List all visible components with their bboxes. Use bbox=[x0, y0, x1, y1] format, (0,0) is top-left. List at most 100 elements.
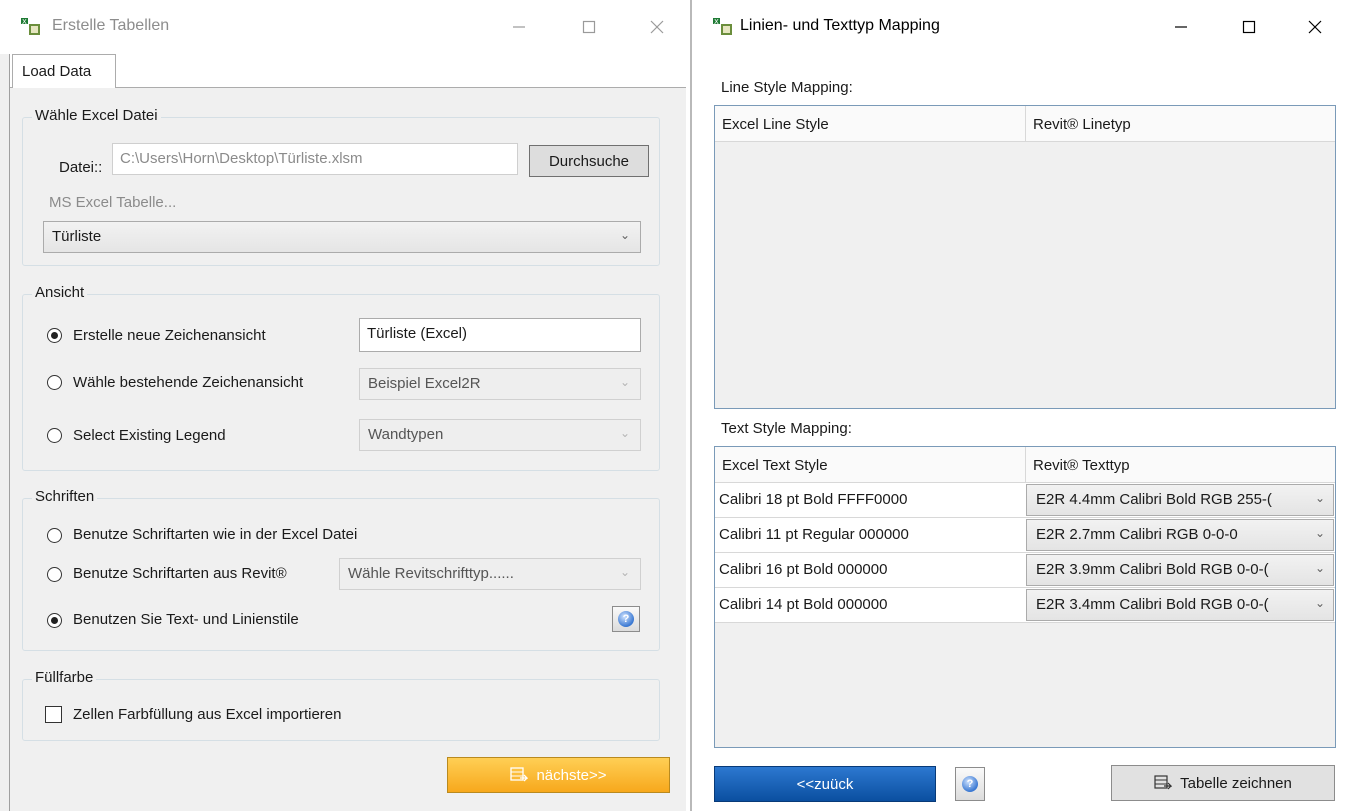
back-button[interactable]: <<zuück bbox=[714, 766, 936, 802]
help-button[interactable]: ? bbox=[612, 606, 640, 632]
radio-new-view[interactable] bbox=[47, 328, 62, 343]
grid-header: Excel Line Style Revit® Linetyp bbox=[715, 106, 1335, 142]
maximize-icon bbox=[582, 20, 596, 34]
chevron-down-icon: ⌄ bbox=[1307, 590, 1333, 620]
revit-texttype-dropdown[interactable]: E2R 3.9mm Calibri Bold RGB 0-0-( ⌄ bbox=[1026, 554, 1334, 586]
minimize-icon bbox=[1175, 26, 1187, 28]
minimize-icon bbox=[513, 26, 525, 28]
close-button[interactable] bbox=[1292, 10, 1338, 44]
text-style-grid[interactable]: Excel Text Style Revit® Texttyp Calibri … bbox=[714, 446, 1336, 748]
maximize-icon bbox=[1242, 20, 1256, 34]
maximize-button[interactable] bbox=[1226, 10, 1272, 44]
file-label: Datei:: bbox=[59, 159, 103, 176]
table-row: Calibri 14 pt Bold 000000 E2R 3.4mm Cali… bbox=[715, 588, 1335, 623]
close-icon bbox=[1308, 20, 1322, 34]
chevron-down-icon: ⌄ bbox=[1307, 555, 1333, 585]
revit-font-dropdown[interactable]: Wähle Revitschrifttyp...... ⌄ bbox=[339, 558, 641, 590]
excel-style-cell: Calibri 14 pt Bold 000000 bbox=[719, 596, 888, 613]
radio-revit-fonts[interactable] bbox=[47, 567, 62, 582]
revit-texttype-dropdown[interactable]: E2R 4.4mm Calibri Bold RGB 255-( ⌄ bbox=[1026, 484, 1334, 516]
window-title: Erstelle Tabellen bbox=[52, 17, 170, 34]
line-style-grid[interactable]: Excel Line Style Revit® Linetyp bbox=[714, 105, 1336, 409]
excel-style-cell: Calibri 11 pt Regular 000000 bbox=[719, 526, 909, 543]
next-button-label: nächste>> bbox=[536, 766, 607, 784]
help-button[interactable]: ? bbox=[955, 767, 985, 801]
window-separator bbox=[686, 0, 698, 811]
app-logo-icon: X bbox=[21, 18, 40, 35]
group-label: Füllfarbe bbox=[32, 669, 97, 686]
radio-existing-view[interactable] bbox=[47, 375, 62, 390]
maximize-button[interactable] bbox=[566, 10, 612, 44]
radio-new-view-label: Erstelle neue Zeichenansicht bbox=[73, 327, 266, 344]
table-icon bbox=[510, 767, 529, 782]
radio-text-line-styles[interactable] bbox=[47, 613, 62, 628]
revit-texttype-value: E2R 2.7mm Calibri RGB 0-0-0 bbox=[1036, 526, 1238, 543]
column-header[interactable]: Revit® Texttyp bbox=[1026, 447, 1335, 483]
group-excel-file: Wähle Excel Datei Datei:: C:\Users\Horn\… bbox=[22, 107, 660, 266]
group-label: Wähle Excel Datei bbox=[32, 107, 161, 124]
fill-import-checkbox[interactable] bbox=[45, 706, 62, 723]
tab-load-data[interactable]: Load Data bbox=[12, 54, 116, 88]
revit-texttype-dropdown[interactable]: E2R 3.4mm Calibri Bold RGB 0-0-( ⌄ bbox=[1026, 589, 1334, 621]
radio-excel-fonts[interactable] bbox=[47, 528, 62, 543]
table-icon bbox=[1154, 775, 1173, 790]
existing-view-dropdown[interactable]: Beispiel Excel2R ⌄ bbox=[359, 368, 641, 400]
svg-text:X: X bbox=[22, 18, 27, 26]
file-path-field[interactable]: C:\Users\Horn\Desktop\Türliste.xlsm bbox=[112, 143, 518, 175]
draw-table-button[interactable]: Tabelle zeichnen bbox=[1111, 765, 1335, 801]
excel-style-cell: Calibri 16 pt Bold 000000 bbox=[719, 561, 888, 578]
new-view-name-input[interactable]: Türliste (Excel) bbox=[359, 318, 641, 352]
fill-import-label: Zellen Farbfüllung aus Excel importieren bbox=[73, 706, 342, 723]
group-fill-color: Füllfarbe Zellen Farbfüllung aus Excel i… bbox=[22, 669, 660, 741]
sheet-dropdown[interactable]: Türliste ⌄ bbox=[43, 221, 641, 253]
browse-button[interactable]: Durchsuche bbox=[529, 145, 649, 177]
radio-revit-fonts-label: Benutze Schriftarten aus Revit® bbox=[73, 565, 287, 582]
title-bar: X Linien- und Texttyp Mapping bbox=[698, 0, 1356, 54]
sheet-value: Türliste bbox=[52, 228, 102, 245]
help-icon: ? bbox=[618, 611, 634, 627]
chevron-down-icon: ⌄ bbox=[1307, 520, 1333, 550]
window-mapping: X Linien- und Texttyp Mapping Line Style… bbox=[698, 0, 1356, 811]
chevron-down-icon: ⌄ bbox=[619, 565, 630, 579]
line-mapping-label: Line Style Mapping: bbox=[721, 79, 853, 96]
grid-header: Excel Text Style Revit® Texttyp bbox=[715, 447, 1335, 483]
window-title: Linien- und Texttyp Mapping bbox=[740, 17, 940, 34]
table-row: Calibri 16 pt Bold 000000 E2R 3.9mm Cali… bbox=[715, 553, 1335, 588]
chevron-down-icon: ⌄ bbox=[619, 228, 630, 242]
title-bar: X Erstelle Tabellen bbox=[0, 0, 686, 54]
radio-text-line-styles-label: Benutzen Sie Text- und Linienstile bbox=[73, 611, 299, 628]
chevron-down-icon: ⌄ bbox=[1307, 485, 1333, 515]
window-edge bbox=[0, 54, 10, 811]
sheet-label: MS Excel Tabelle... bbox=[49, 194, 177, 211]
legend-dropdown[interactable]: Wandtypen ⌄ bbox=[359, 419, 641, 451]
column-header[interactable]: Excel Line Style bbox=[715, 106, 1025, 142]
radio-legend-label: Select Existing Legend bbox=[73, 427, 226, 444]
text-mapping-label: Text Style Mapping: bbox=[721, 420, 852, 437]
next-button[interactable]: nächste>> bbox=[447, 757, 670, 793]
revit-texttype-dropdown[interactable]: E2R 2.7mm Calibri RGB 0-0-0 ⌄ bbox=[1026, 519, 1334, 551]
radio-legend[interactable] bbox=[47, 428, 62, 443]
revit-font-placeholder: Wähle Revitschrifttyp...... bbox=[348, 565, 514, 582]
chevron-down-icon: ⌄ bbox=[619, 375, 630, 389]
close-icon bbox=[650, 20, 664, 34]
group-label: Schriften bbox=[32, 488, 98, 505]
app-logo-icon: X bbox=[713, 18, 732, 35]
column-header[interactable]: Revit® Linetyp bbox=[1026, 106, 1335, 142]
revit-texttype-value: E2R 3.9mm Calibri Bold RGB 0-0-( bbox=[1036, 561, 1269, 578]
minimize-button[interactable] bbox=[496, 10, 542, 44]
group-label: Ansicht bbox=[32, 284, 88, 301]
close-button[interactable] bbox=[634, 10, 680, 44]
revit-texttype-value: E2R 4.4mm Calibri Bold RGB 255-( bbox=[1036, 491, 1272, 508]
column-header[interactable]: Excel Text Style bbox=[715, 447, 1025, 483]
radio-existing-view-label: Wähle bestehende Zeichenansicht bbox=[73, 374, 304, 391]
legend-value: Wandtypen bbox=[368, 426, 444, 443]
minimize-button[interactable] bbox=[1158, 10, 1204, 44]
window-erstelle-tabellen: X Erstelle Tabellen Load Data Wähle Exce… bbox=[0, 0, 686, 811]
existing-view-value: Beispiel Excel2R bbox=[368, 375, 481, 392]
excel-style-cell: Calibri 18 pt Bold FFFF0000 bbox=[719, 491, 908, 508]
help-icon: ? bbox=[962, 776, 978, 792]
table-row: Calibri 18 pt Bold FFFF0000 E2R 4.4mm Ca… bbox=[715, 483, 1335, 518]
revit-texttype-value: E2R 3.4mm Calibri Bold RGB 0-0-( bbox=[1036, 596, 1269, 613]
chevron-down-icon: ⌄ bbox=[619, 426, 630, 440]
group-fonts: Schriften Benutze Schriftarten wie in de… bbox=[22, 488, 660, 651]
